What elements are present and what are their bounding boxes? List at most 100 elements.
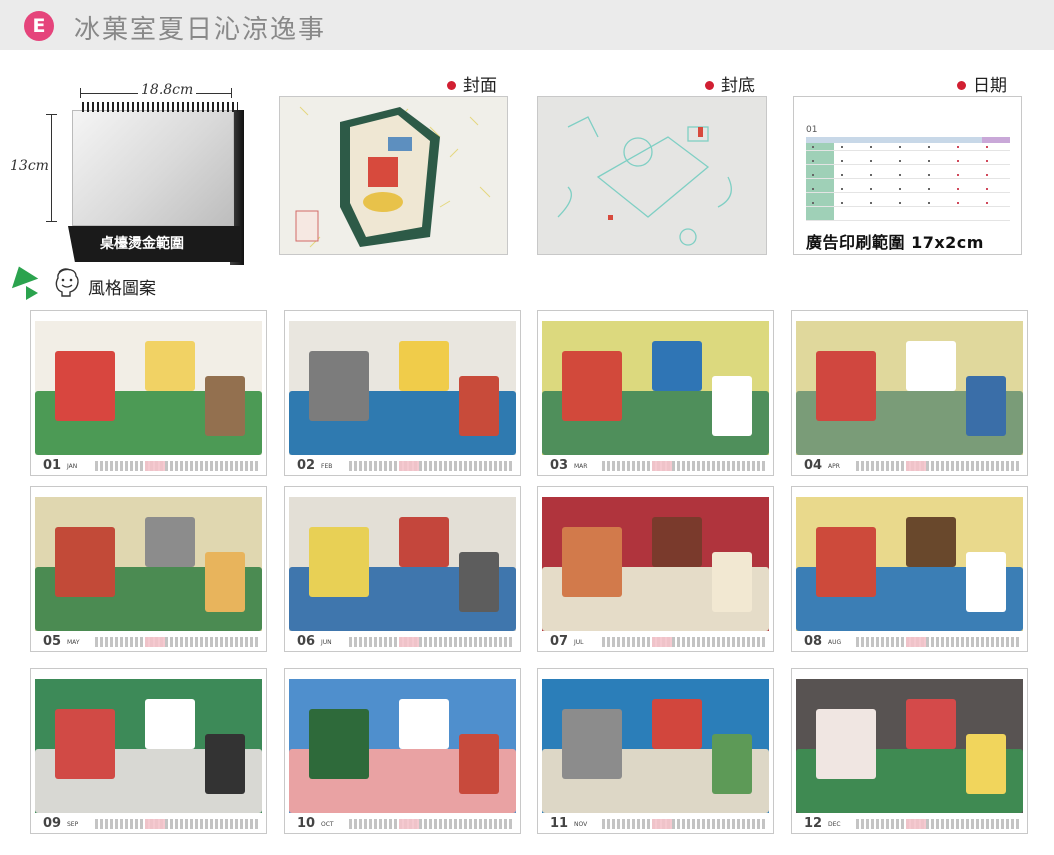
artwork-shape [712,376,752,436]
month-card[interactable]: 03 MAR [537,310,774,476]
month-card[interactable]: 02 FEB [284,310,521,476]
mini-calendar-cell [899,160,901,162]
date-strip [95,637,259,647]
cover-preview[interactable] [279,96,508,255]
month-name: AUG [828,639,842,646]
month-card[interactable]: 06 JUN [284,486,521,652]
green-triangle-icon [5,261,39,289]
month-name: JAN [67,463,78,470]
cover-label: 封面 [447,71,497,96]
artwork-shape [309,351,369,421]
mini-calendar-cell [928,174,930,176]
artwork-shape [712,734,752,794]
month-card[interactable]: 04 APR [791,310,1028,476]
page: E 冰菓室夏日沁涼逸事 18.8cm 13cm 桌檯燙金範圍 風格圖案 封面 封… [0,0,1054,855]
month-footer: 08 AUG [800,631,1022,651]
month-artwork [542,679,769,813]
month-card[interactable]: 10 OCT [284,668,521,834]
artwork-shape [309,709,369,779]
mini-calendar-cell [870,174,872,176]
date-page-label: 日期 [957,71,1007,96]
date-strip [856,461,1020,471]
artwork-shape [399,699,449,749]
artwork-shape [55,709,115,779]
month-card[interactable]: 08 AUG [791,486,1028,652]
artwork-shape [399,517,449,567]
section-badge: E [24,11,54,41]
artwork-shape [459,734,499,794]
month-footer: 02 FEB [293,455,515,475]
month-footer: 05 MAY [39,631,261,651]
month-number: 12 [804,816,823,831]
mini-calendar-cell [812,146,814,148]
date-strip [602,819,766,829]
month-artwork [796,497,1023,631]
month-artwork [796,679,1023,813]
month-name: JUN [321,639,332,646]
mini-calendar-cell [928,202,930,204]
month-number: 08 [804,634,823,649]
month-artwork [289,321,516,455]
mini-calendar-cell [957,174,959,176]
binding-rings [82,102,238,112]
mini-calendar-cell [870,160,872,162]
month-artwork [35,497,262,631]
month-card[interactable]: 09 SEP [30,668,267,834]
month-card[interactable]: 11 NOV [537,668,774,834]
artwork-shape [459,376,499,436]
mini-calendar-grid [806,137,1010,221]
red-dot-icon [705,81,714,90]
mini-calendar-cell [957,146,959,148]
artwork-shape [816,709,876,779]
height-label: 13cm [10,156,49,176]
month-artwork [542,321,769,455]
red-dot-icon [957,81,966,90]
back-cover-label: 封底 [705,71,755,96]
mini-calendar-cell [928,146,930,148]
mini-calendar-cell [986,188,988,190]
calendar-page-face [72,110,234,226]
month-number: 01 [43,458,62,473]
month-name: MAY [67,639,80,646]
artwork-shape [816,527,876,597]
month-artwork [542,497,769,631]
month-name: SEP [67,821,79,828]
artwork-shape [712,552,752,612]
month-footer: 12 DEC [800,813,1022,833]
artwork-shape [399,341,449,391]
date-strip [349,637,513,647]
month-name: FEB [321,463,333,470]
month-card[interactable]: 12 DEC [791,668,1028,834]
mini-calendar-cell [899,202,901,204]
mini-calendar-cell [841,160,843,162]
artwork-shape [966,734,1006,794]
month-card[interactable]: 01 JAN [30,310,267,476]
month-footer: 09 SEP [39,813,261,833]
artwork-shape [562,709,622,779]
mini-calendar-cell [957,188,959,190]
month-number: 03 [550,458,569,473]
mini-calendar-cell [899,188,901,190]
date-page-preview[interactable]: 01 廣告印刷範圍 17x2cm [793,96,1022,255]
mini-calendar-cell [812,174,814,176]
month-card[interactable]: 05 MAY [30,486,267,652]
month-footer: 03 MAR [546,455,768,475]
mini-calendar-cell [986,160,988,162]
mini-calendar-cell [841,202,843,204]
month-number: 09 [43,816,62,831]
artwork-shape [906,699,956,749]
month-number: 07 [550,634,569,649]
header-bar: E 冰菓室夏日沁涼逸事 [0,0,1054,50]
month-footer: 11 NOV [546,813,768,833]
month-artwork [796,321,1023,455]
month-name: MAR [574,463,588,470]
date-strip [602,637,766,647]
month-footer: 01 JAN [39,455,261,475]
month-card[interactable]: 07 JUL [537,486,774,652]
back-cover-preview[interactable] [537,96,767,255]
red-dot-icon [447,81,456,90]
date-strip [349,461,513,471]
mini-calendar-cell [812,188,814,190]
width-label: 18.8cm [138,82,197,98]
month-name: NOV [574,821,588,828]
